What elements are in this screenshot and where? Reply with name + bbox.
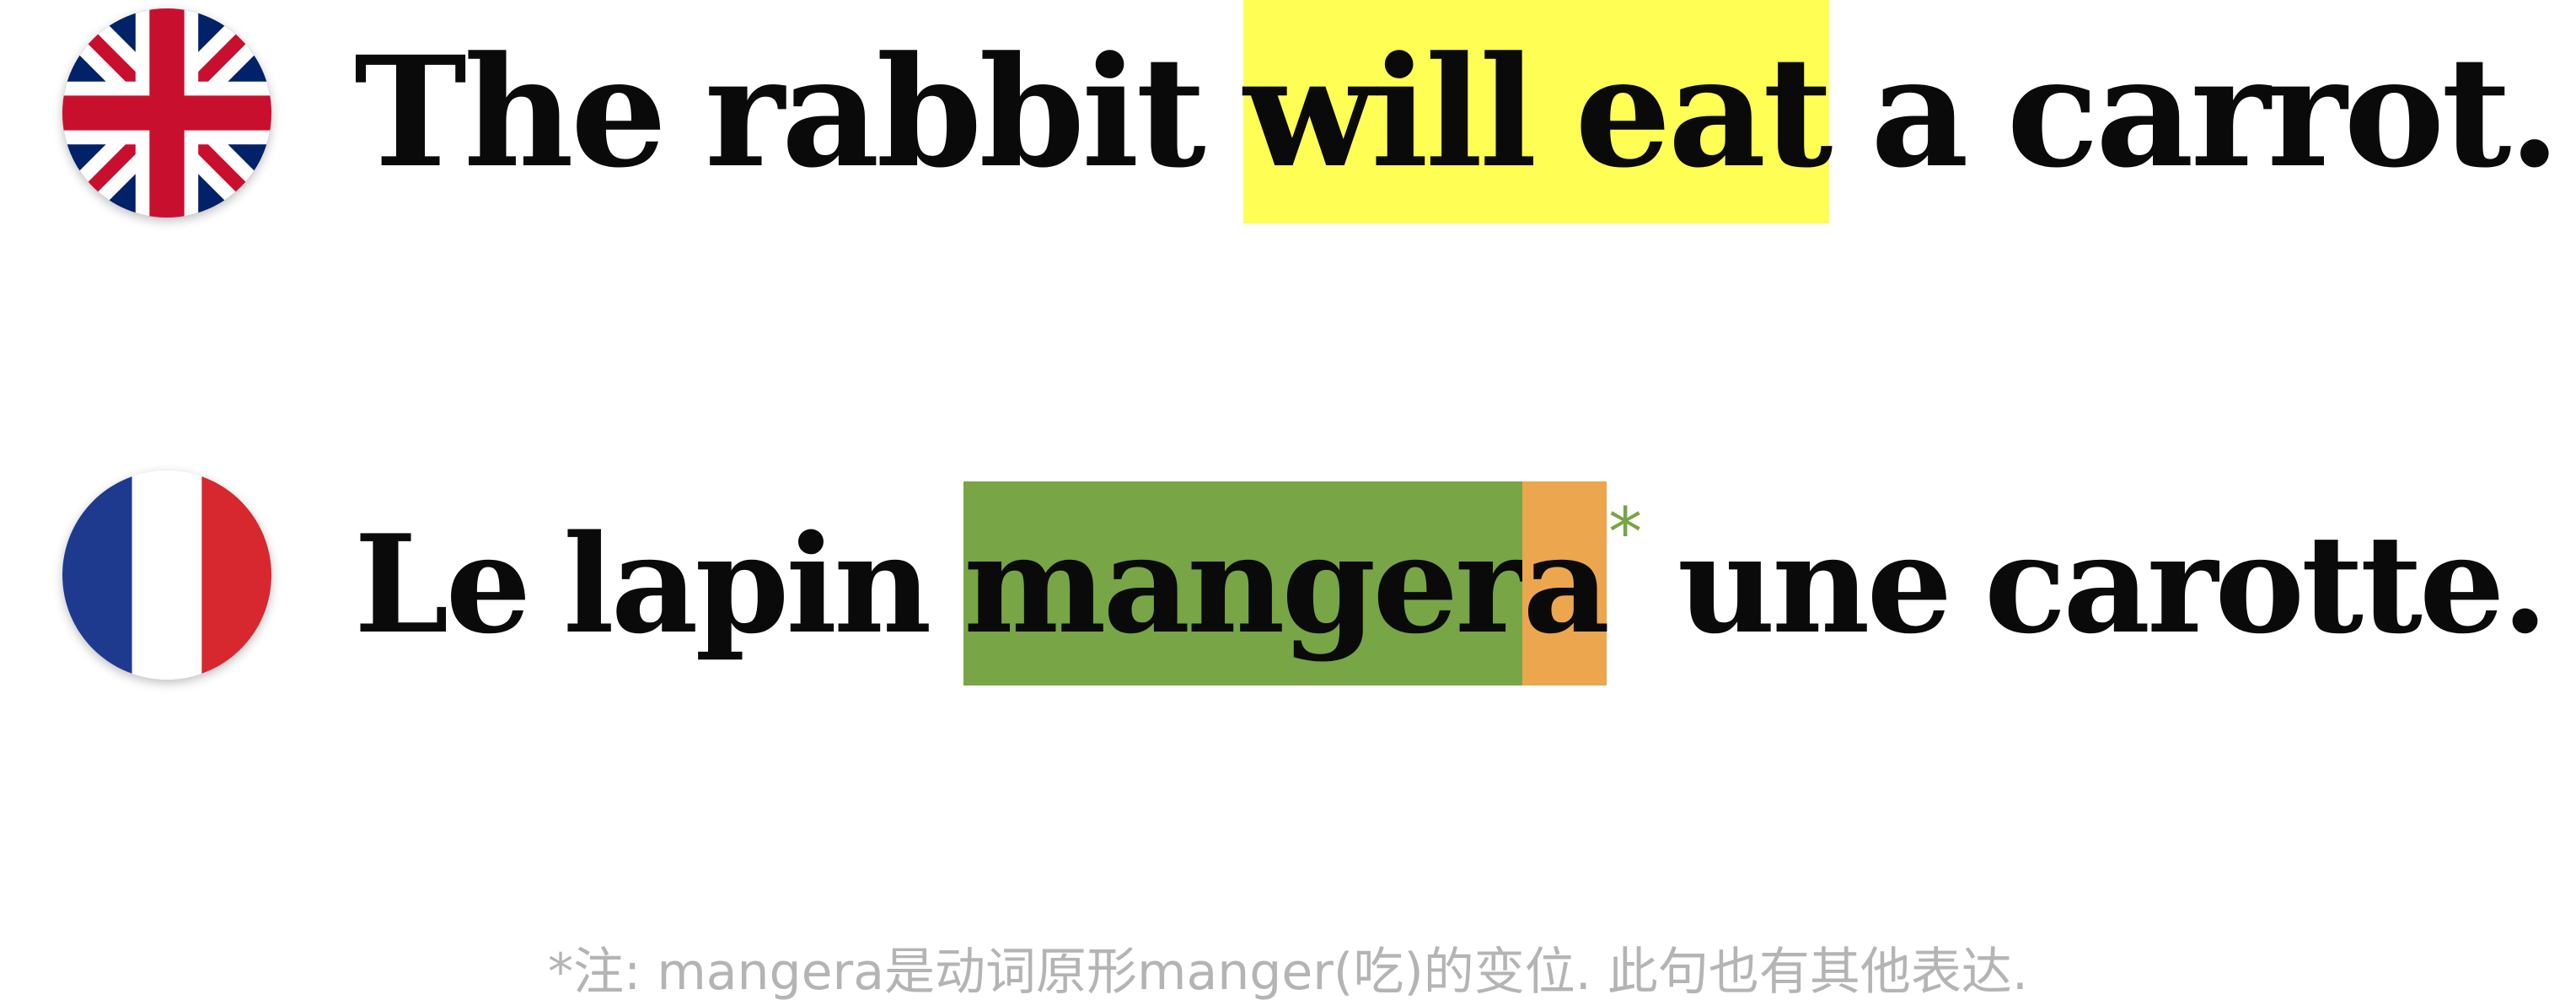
french-verb-ending-highlight: a [1522, 481, 1610, 685]
footnote-asterisk: * [1608, 493, 1643, 572]
footnote-text: *注: mangera是动词原形manger(吃)的变位. 此句也有其他表达. [548, 943, 2028, 1000]
french-before-text: Le lapin [354, 505, 964, 664]
french-after-text: une carotte. [1642, 505, 2549, 664]
french-sentence: Le lapin mangera* une carotte. [354, 481, 2548, 685]
english-highlight-will-eat: will eat [1243, 0, 1833, 223]
france-flag-icon [62, 470, 271, 680]
english-sentence: The rabbit will eat a carrot. [354, 0, 2561, 223]
english-before-text: The rabbit [354, 24, 1244, 202]
uk-flag-icon [62, 8, 271, 218]
english-after-text: a carrot. [1829, 24, 2561, 202]
french-verb-stem-highlight: manger [963, 481, 1526, 685]
